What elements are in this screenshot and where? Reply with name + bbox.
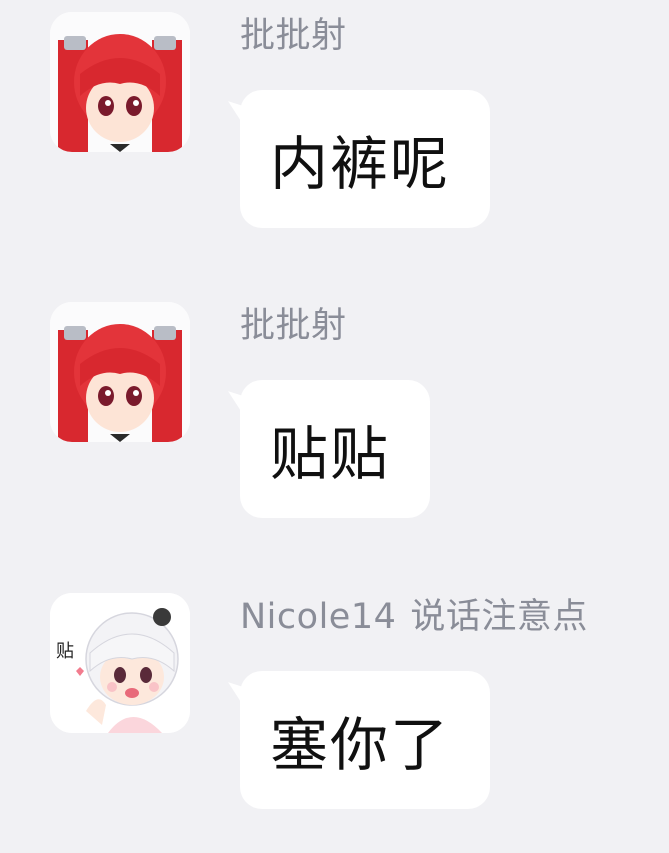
sender-name: Nicole14 说话注意点 (240, 595, 588, 639)
sender-name: 批批射 (240, 14, 361, 58)
sender-name-text: 批批射 (240, 16, 347, 56)
message-text: 塞你了 (270, 711, 451, 779)
sender-name-text: 批批射 (240, 306, 347, 346)
sender-avatar[interactable] (50, 302, 190, 442)
avatar-caption: 贴 (56, 641, 74, 662)
message-bubble[interactable]: 贴贴 (240, 380, 430, 518)
sender-avatar[interactable]: 贴 (50, 593, 190, 733)
chat-message: 批批射 内裤呢 (0, 12, 669, 242)
red-hair-anime-girl-avatar-icon (50, 12, 190, 152)
message-bubble[interactable]: 内裤呢 (240, 90, 490, 228)
sender-name: 批批射 (240, 304, 361, 348)
sender-title: 说话注意点 (410, 597, 588, 637)
chat-message: 批批射 贴贴 (0, 302, 669, 532)
message-bubble[interactable]: 塞你了 (240, 671, 490, 809)
chat-message: 贴 Nicole14 说话注意点 塞你了 (0, 593, 669, 823)
message-text: 内裤呢 (270, 130, 451, 198)
message-text: 贴贴 (270, 420, 391, 488)
red-hair-anime-girl-avatar-icon (50, 302, 190, 442)
sender-name-text: Nicole14 (240, 597, 397, 637)
sender-avatar[interactable] (50, 12, 190, 152)
chat-message-list: 批批射 内裤呢 批批射 贴贴 贴 Nicole14 说话注意点 塞你了 (0, 0, 669, 853)
white-hair-anime-girl-sticker-avatar-icon: 贴 (50, 593, 190, 733)
